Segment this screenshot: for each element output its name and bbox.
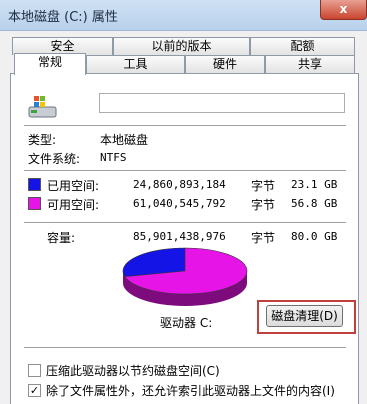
capacity-size: 80.0 GB bbox=[291, 230, 338, 243]
disk-cleanup-button[interactable]: 磁盘清理(D) bbox=[266, 305, 343, 327]
free-space-label: 可用空间: bbox=[47, 198, 100, 212]
hard-drive-icon bbox=[28, 96, 57, 118]
free-space-unit: 字节 bbox=[251, 198, 276, 212]
disk-usage-pie-chart bbox=[122, 247, 248, 306]
free-space-swatch bbox=[28, 197, 41, 210]
checkmark-icon: ✓ bbox=[29, 384, 40, 397]
used-space-label: 已用空间: bbox=[47, 179, 100, 193]
used-space-size: 23.1 GB bbox=[291, 178, 338, 191]
capacity-bytes: 85,901,438,976 bbox=[133, 230, 226, 243]
compress-checkbox[interactable] bbox=[28, 364, 41, 377]
separator bbox=[24, 170, 346, 171]
free-space-size: 56.8 GB bbox=[291, 197, 338, 210]
capacity-unit: 字节 bbox=[251, 231, 276, 245]
tab-quota[interactable]: 配额 bbox=[250, 37, 355, 55]
compress-checkbox-label[interactable]: 压缩此驱动器以节约磁盘空间(C) bbox=[46, 362, 220, 379]
separator bbox=[24, 347, 346, 348]
tab-hardware[interactable]: 硬件 bbox=[185, 55, 265, 73]
free-space-bytes: 61,040,545,792 bbox=[133, 197, 226, 210]
file-system-label: 文件系统: bbox=[28, 152, 81, 166]
tab-general[interactable]: 常规 bbox=[14, 53, 86, 75]
index-checkbox-label[interactable]: 除了文件属性外，还允许索引此驱动器上文件的内容(I) bbox=[46, 382, 335, 399]
tab-previous-versions[interactable]: 以前的版本 bbox=[113, 37, 250, 55]
tab-tools[interactable]: 工具 bbox=[86, 55, 185, 73]
index-checkbox[interactable]: ✓ bbox=[28, 384, 41, 397]
used-space-bytes: 24,860,893,184 bbox=[133, 178, 226, 191]
window-title: 本地磁盘 (C:) 属性 bbox=[8, 10, 118, 25]
capacity-label: 容量: bbox=[47, 231, 76, 245]
separator bbox=[24, 222, 346, 223]
title-bar: 本地磁盘 (C:) 属性 bbox=[0, 0, 367, 31]
separator bbox=[24, 125, 346, 126]
close-icon: x bbox=[339, 2, 348, 16]
used-space-swatch bbox=[28, 178, 41, 191]
close-button[interactable]: x bbox=[320, 0, 367, 20]
tab-sharing[interactable]: 共享 bbox=[265, 55, 355, 73]
drive-letter-label: 驱动器 C: bbox=[160, 316, 213, 330]
drive-name-input[interactable] bbox=[99, 93, 345, 113]
type-label: 类型: bbox=[28, 133, 57, 147]
type-value: 本地磁盘 bbox=[100, 133, 149, 147]
used-space-unit: 字节 bbox=[251, 179, 276, 193]
file-system-value: NTFS bbox=[100, 151, 127, 164]
